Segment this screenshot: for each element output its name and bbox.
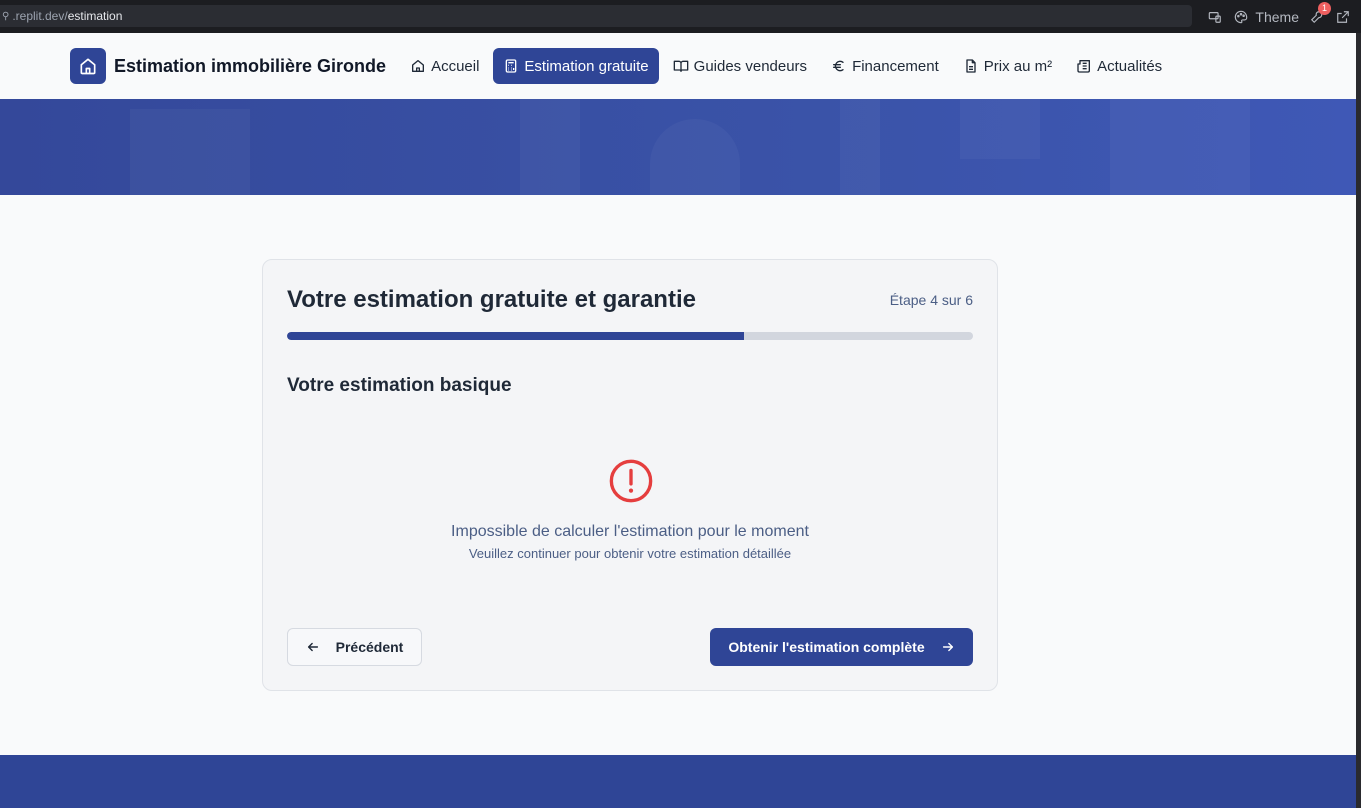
hero-banner xyxy=(0,99,1356,195)
book-icon xyxy=(673,60,688,72)
theme-button[interactable]: Theme xyxy=(1233,9,1299,25)
error-hint: Veuillez continuer pour obtenir votre es… xyxy=(468,546,792,561)
url-host: .replit.dev/ xyxy=(12,9,68,23)
progress-fill xyxy=(287,332,745,340)
nav-item-label: Guides vendeurs xyxy=(693,57,808,75)
url-path: estimation xyxy=(67,9,123,23)
estimation-card: Votre estimation gratuite et garantie Ét… xyxy=(262,259,998,691)
site-header: Estimation immobilière Gironde Accueil E… xyxy=(0,33,1356,99)
browser-bar: ⚲ .replit.dev/estimation Theme 1 xyxy=(0,0,1361,33)
nav-item-guides[interactable]: Guides vendeurs xyxy=(663,48,817,84)
error-message: Impossible de calculer l'estimation pour… xyxy=(451,523,809,540)
card-title: Votre estimation gratuite et garantie xyxy=(287,286,696,313)
step-indicator: Étape 4 sur 6 xyxy=(889,292,973,308)
scrollbar[interactable] xyxy=(1356,33,1361,808)
nav-item-label: Accueil xyxy=(431,57,480,75)
document-icon xyxy=(966,59,976,73)
previous-button-label: Précédent xyxy=(335,639,404,655)
calculator-icon xyxy=(506,59,517,73)
house-icon xyxy=(80,58,96,75)
nav-item-financement[interactable]: Financement xyxy=(821,48,949,84)
theme-label: Theme xyxy=(1255,8,1299,25)
logo[interactable] xyxy=(70,48,106,84)
main-nav: Accueil Estimation gratuite Guides vende… xyxy=(400,48,1172,84)
nav-item-estimation[interactable]: Estimation gratuite xyxy=(493,48,659,84)
section-title: Votre estimation basique xyxy=(287,375,512,396)
nav-item-label: Financement xyxy=(852,57,939,75)
previous-button[interactable]: Précédent xyxy=(287,628,422,666)
nav-item-prix[interactable]: Prix au m² xyxy=(953,48,1062,84)
nav-item-label: Estimation gratuite xyxy=(524,57,649,75)
nav-item-accueil[interactable]: Accueil xyxy=(400,48,489,84)
nav-item-actualites[interactable]: Actualités xyxy=(1066,48,1172,84)
notification-badge: 1 xyxy=(1318,1,1331,15)
progress-bar xyxy=(287,332,973,340)
brand-name[interactable]: Estimation immobilière Gironde xyxy=(114,56,386,77)
tools-icon[interactable]: 1 xyxy=(1309,1,1331,25)
nav-item-label: Actualités xyxy=(1097,57,1163,75)
devices-icon[interactable] xyxy=(1207,9,1223,25)
palette-icon xyxy=(1233,9,1249,25)
next-button-label: Obtenir l'estimation complète xyxy=(728,639,925,655)
euro-icon xyxy=(833,60,844,72)
address-bar[interactable]: ⚲ .replit.dev/estimation xyxy=(0,5,1192,27)
external-link-icon[interactable] xyxy=(1335,9,1351,25)
get-full-estimate-button[interactable]: Obtenir l'estimation complète xyxy=(710,628,973,666)
alert-circle-icon xyxy=(609,459,653,503)
home-icon xyxy=(412,60,425,72)
arrow-left-icon xyxy=(307,642,318,652)
nav-item-label: Prix au m² xyxy=(983,57,1053,75)
site-info-icon[interactable]: ⚲ xyxy=(2,11,9,22)
arrow-right-icon xyxy=(942,642,953,652)
site-footer xyxy=(0,755,1356,808)
newspaper-icon xyxy=(1077,60,1091,73)
